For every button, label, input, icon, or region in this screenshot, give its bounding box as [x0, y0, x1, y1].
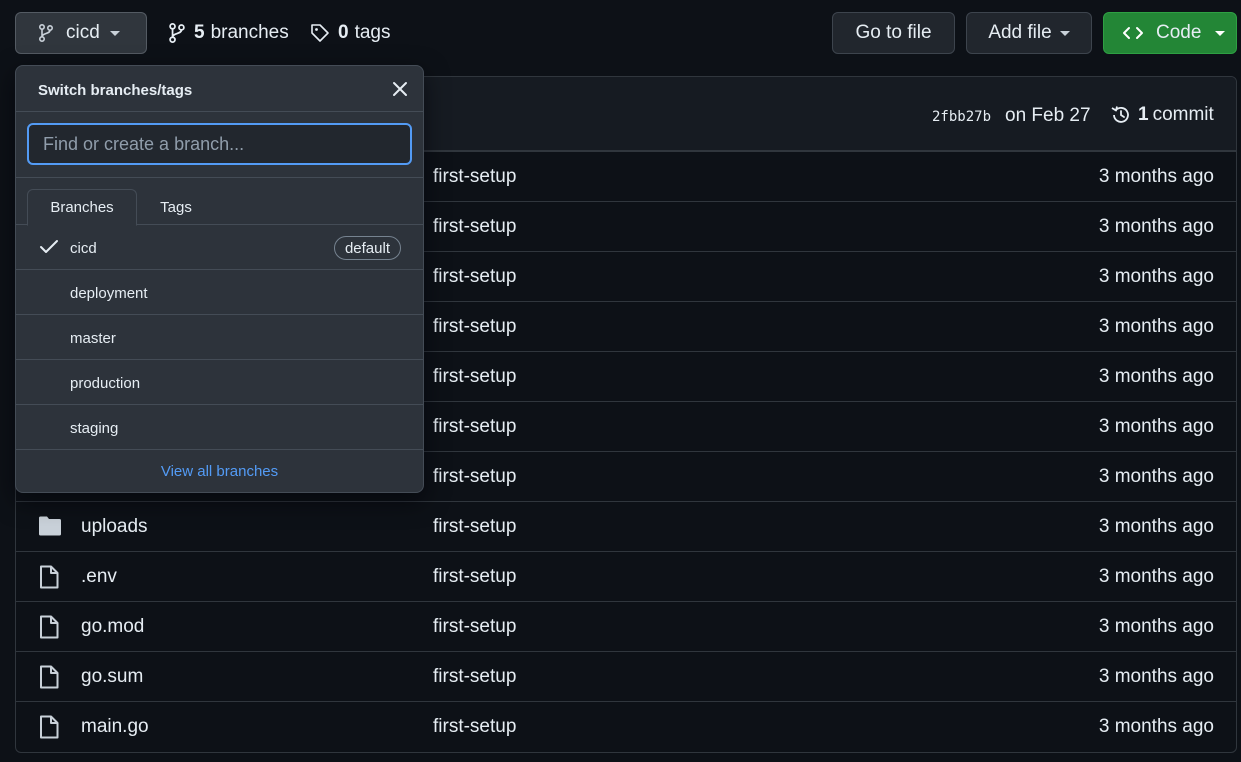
commit-age: 3 months ago	[1098, 316, 1214, 337]
chevron-down-icon	[1059, 30, 1070, 36]
commit-message[interactable]: first-setup	[433, 666, 516, 688]
commit-message[interactable]: first-setup	[433, 516, 516, 538]
dropdown-footer: View all branches	[16, 449, 423, 492]
file-row[interactable]: uploads first-setup 3 months ago	[16, 501, 1236, 551]
branch-tag-tabs: Branches Tags	[16, 178, 423, 226]
file-name[interactable]: go.mod	[81, 616, 144, 638]
commit-message[interactable]: first-setup	[433, 616, 516, 638]
commit-age: 3 months ago	[1098, 216, 1214, 237]
commit-message[interactable]: first-setup	[433, 216, 516, 238]
commit-age: 3 months ago	[1098, 516, 1214, 537]
branches-link[interactable]: 5 branches	[168, 22, 289, 44]
tag-icon	[311, 24, 329, 42]
commit-message[interactable]: first-setup	[433, 416, 516, 438]
tags-label: tags	[354, 22, 391, 43]
file-row[interactable]: main.go first-setup 3 months ago	[16, 701, 1236, 751]
folder-icon	[39, 516, 61, 536]
commit-age: 3 months ago	[1098, 666, 1214, 687]
file-icon	[40, 565, 59, 589]
file-row[interactable]: .env first-setup 3 months ago	[16, 551, 1236, 601]
branch-item-master[interactable]: master	[16, 315, 423, 360]
branch-select-button[interactable]: cicd	[15, 12, 147, 54]
check-icon	[40, 240, 58, 253]
file-type-icon	[38, 515, 62, 542]
file-row[interactable]: go.mod first-setup 3 months ago	[16, 601, 1236, 651]
chevron-down-icon	[1215, 30, 1226, 36]
tab-tags[interactable]: Tags	[137, 189, 215, 225]
branch-name: production	[70, 375, 141, 392]
dropdown-header: Switch branches/tags	[16, 66, 423, 112]
branch-search-input[interactable]	[27, 123, 412, 165]
branch-switcher-dropdown: Switch branches/tags Branches Tags cicd d…	[15, 65, 424, 493]
current-branch-label: cicd	[66, 22, 100, 43]
commit-message[interactable]: first-setup	[433, 316, 516, 338]
commit-count-label: commit	[1152, 104, 1214, 125]
file-row[interactable]: go.sum first-setup 3 months ago	[16, 651, 1236, 701]
git-branch-icon	[169, 23, 185, 43]
file-name[interactable]: go.sum	[81, 666, 143, 688]
chevron-down-icon	[109, 30, 120, 36]
file-type-icon	[38, 715, 60, 744]
add-file-label: Add file	[988, 22, 1052, 43]
commit-age: 3 months ago	[1098, 616, 1214, 637]
view-all-branches-link[interactable]: View all branches	[161, 463, 278, 480]
commit-message[interactable]: first-setup	[433, 366, 516, 388]
branch-search-wrap	[16, 112, 423, 178]
history-icon	[1111, 106, 1129, 123]
file-name[interactable]: .env	[81, 566, 117, 588]
branch-item-production[interactable]: production	[16, 360, 423, 405]
default-badge: default	[333, 236, 401, 260]
branches-label: branches	[210, 22, 289, 43]
commit-age: 3 months ago	[1098, 466, 1214, 487]
branches-count: 5	[194, 22, 205, 43]
commit-message[interactable]: first-setup	[433, 716, 516, 738]
commit-message[interactable]: first-setup	[433, 166, 516, 188]
commit-sha[interactable]: 2fbb27b	[932, 109, 991, 125]
file-icon	[40, 615, 59, 639]
go-to-file-button[interactable]: Go to file	[832, 12, 955, 54]
commit-message[interactable]: first-setup	[433, 466, 516, 488]
file-type-icon	[38, 665, 60, 694]
branch-item-cicd[interactable]: cicd default	[16, 225, 423, 270]
close-icon[interactable]	[391, 80, 409, 98]
branch-name: staging	[70, 420, 119, 437]
commit-message[interactable]: first-setup	[433, 566, 516, 588]
tags-count: 0	[338, 22, 349, 43]
file-name[interactable]: uploads	[81, 516, 148, 538]
tab-branches[interactable]: Branches	[27, 189, 137, 226]
code-icon	[1123, 27, 1143, 39]
add-file-button[interactable]: Add file	[966, 12, 1092, 54]
branch-item-staging[interactable]: staging	[16, 405, 423, 450]
branch-item-deployment[interactable]: deployment	[16, 270, 423, 315]
commit-age: 3 months ago	[1098, 166, 1214, 187]
commit-message[interactable]: first-setup	[433, 266, 516, 288]
code-label: Code	[1156, 22, 1202, 43]
commit-count: 1	[1138, 104, 1149, 125]
file-icon	[40, 715, 59, 739]
file-name[interactable]: main.go	[81, 716, 149, 738]
repo-page: cicd 5 branches 0 tags Go to file Add fi…	[0, 0, 1241, 762]
branch-name: master	[70, 330, 116, 347]
branch-name: cicd	[70, 240, 97, 257]
file-icon	[40, 665, 59, 689]
commit-age: 3 months ago	[1098, 416, 1214, 437]
commit-age: 3 months ago	[1098, 266, 1214, 287]
commit-age: 3 months ago	[1098, 566, 1214, 587]
commit-age: 3 months ago	[1098, 366, 1214, 387]
commit-history-link[interactable]: 1 commit	[1110, 104, 1214, 126]
tags-link[interactable]: 0 tags	[310, 22, 391, 44]
code-button[interactable]: Code	[1103, 12, 1237, 54]
dropdown-title: Switch branches/tags	[38, 82, 193, 99]
file-type-icon	[38, 565, 60, 594]
file-type-icon	[38, 615, 60, 644]
git-branch-icon	[39, 24, 54, 42]
commit-age: 3 months ago	[1098, 716, 1214, 737]
commit-date: on Feb 27	[1005, 105, 1091, 126]
branch-name: deployment	[70, 285, 148, 302]
